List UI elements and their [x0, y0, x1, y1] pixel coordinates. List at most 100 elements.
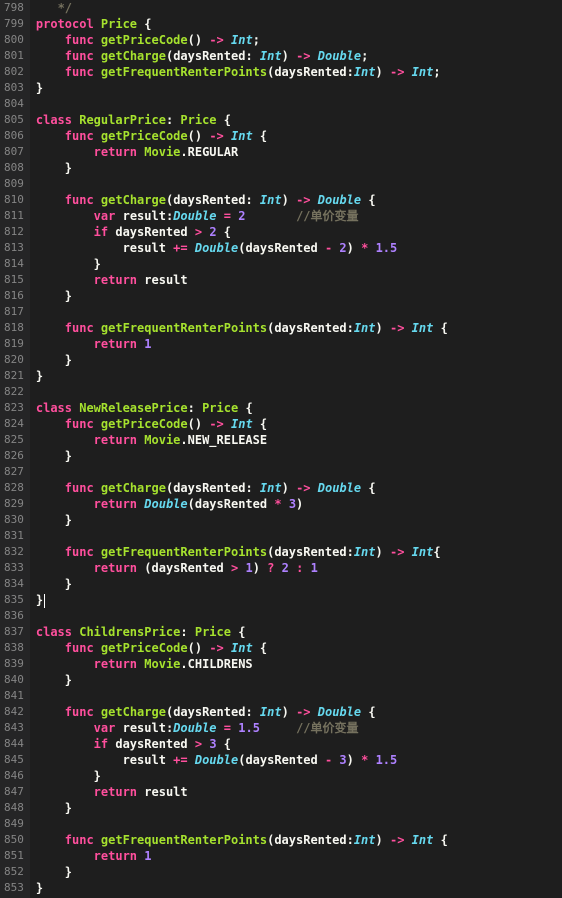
code-line: }	[36, 160, 562, 176]
code-line: func getFrequentRenterPoints(daysRented:…	[36, 320, 562, 336]
line-number: 812	[4, 224, 24, 240]
code-line: class NewReleasePrice: Price {	[36, 400, 562, 416]
line-number: 821	[4, 368, 24, 384]
code-line: return result	[36, 272, 562, 288]
line-number: 849	[4, 816, 24, 832]
code-line: }	[36, 800, 562, 816]
line-number: 846	[4, 768, 24, 784]
code-line: }	[36, 880, 562, 896]
code-line: protocol Price {	[36, 16, 562, 32]
line-number: 822	[4, 384, 24, 400]
code-line: func getFrequentRenterPoints(daysRented:…	[36, 832, 562, 848]
code-line: }	[36, 352, 562, 368]
line-number: 802	[4, 64, 24, 80]
line-number: 853	[4, 880, 24, 896]
line-number: 815	[4, 272, 24, 288]
code-line	[36, 528, 562, 544]
code-line	[36, 816, 562, 832]
code-line: return result	[36, 784, 562, 800]
code-line: return Movie.NEW_RELEASE	[36, 432, 562, 448]
line-number: 828	[4, 480, 24, 496]
line-number: 837	[4, 624, 24, 640]
line-number: 803	[4, 80, 24, 96]
line-number: 806	[4, 128, 24, 144]
code-line: }	[36, 80, 562, 96]
line-number: 818	[4, 320, 24, 336]
code-line	[36, 688, 562, 704]
line-number: 811	[4, 208, 24, 224]
line-number: 804	[4, 96, 24, 112]
code-line: func getCharge(daysRented: Int) -> Doubl…	[36, 704, 562, 720]
code-line	[36, 96, 562, 112]
code-line: }	[36, 288, 562, 304]
code-line: func getPriceCode() -> Int;	[36, 32, 562, 48]
code-line: func getPriceCode() -> Int {	[36, 416, 562, 432]
code-line: var result:Double = 1.5 //单价变量	[36, 720, 562, 736]
line-number-gutter: 7987998008018028038048058068078088098108…	[0, 0, 30, 898]
code-line: class ChildrensPrice: Price {	[36, 624, 562, 640]
code-line: func getCharge(daysRented: Int) -> Doubl…	[36, 192, 562, 208]
line-number: 844	[4, 736, 24, 752]
code-line: }	[36, 448, 562, 464]
line-number: 847	[4, 784, 24, 800]
line-number: 813	[4, 240, 24, 256]
code-line: if daysRented > 3 {	[36, 736, 562, 752]
line-number: 825	[4, 432, 24, 448]
code-line: return Movie.CHILDRENS	[36, 656, 562, 672]
line-number: 850	[4, 832, 24, 848]
code-line: return Movie.REGULAR	[36, 144, 562, 160]
line-number: 817	[4, 304, 24, 320]
line-number: 851	[4, 848, 24, 864]
code-line: }	[36, 768, 562, 784]
line-number: 820	[4, 352, 24, 368]
line-number: 814	[4, 256, 24, 272]
line-number: 810	[4, 192, 24, 208]
line-number: 816	[4, 288, 24, 304]
code-line: if daysRented > 2 {	[36, 224, 562, 240]
code-line	[36, 176, 562, 192]
line-number: 842	[4, 704, 24, 720]
code-line: }	[36, 592, 562, 608]
code-line: func getPriceCode() -> Int {	[36, 128, 562, 144]
line-number: 840	[4, 672, 24, 688]
line-number: 829	[4, 496, 24, 512]
code-line: func getFrequentRenterPoints(daysRented:…	[36, 64, 562, 80]
line-number: 830	[4, 512, 24, 528]
code-line: func getCharge(daysRented: Int) -> Doubl…	[36, 48, 562, 64]
line-number: 808	[4, 160, 24, 176]
code-line: result += Double(daysRented - 2) * 1.5	[36, 240, 562, 256]
code-line: class RegularPrice: Price {	[36, 112, 562, 128]
line-number: 834	[4, 576, 24, 592]
code-editor[interactable]: */ protocol Price { func getPriceCode() …	[30, 0, 562, 898]
line-number: 831	[4, 528, 24, 544]
protocol-name: Price	[101, 17, 137, 31]
line-number: 843	[4, 720, 24, 736]
line-number: 832	[4, 544, 24, 560]
code-line: return (daysRented > 1) ? 2 : 1	[36, 560, 562, 576]
line-number: 833	[4, 560, 24, 576]
line-number: 838	[4, 640, 24, 656]
code-line: func getCharge(daysRented: Int) -> Doubl…	[36, 480, 562, 496]
line-number: 801	[4, 48, 24, 64]
code-line	[36, 464, 562, 480]
text-cursor	[44, 594, 45, 608]
line-number: 807	[4, 144, 24, 160]
code-line	[36, 304, 562, 320]
line-number: 799	[4, 16, 24, 32]
line-number: 827	[4, 464, 24, 480]
line-number: 839	[4, 656, 24, 672]
code-line	[36, 384, 562, 400]
line-number: 824	[4, 416, 24, 432]
code-line: return 1	[36, 848, 562, 864]
line-number: 826	[4, 448, 24, 464]
code-line: }	[36, 512, 562, 528]
code-line: }	[36, 256, 562, 272]
line-number: 841	[4, 688, 24, 704]
code-line: func getPriceCode() -> Int {	[36, 640, 562, 656]
keyword-protocol: protocol	[36, 17, 94, 31]
line-number: 835	[4, 592, 24, 608]
code-line: }	[36, 576, 562, 592]
line-number: 798	[4, 0, 24, 16]
code-line: func getFrequentRenterPoints(daysRented:…	[36, 544, 562, 560]
code-line: var result:Double = 2 //单价变量	[36, 208, 562, 224]
